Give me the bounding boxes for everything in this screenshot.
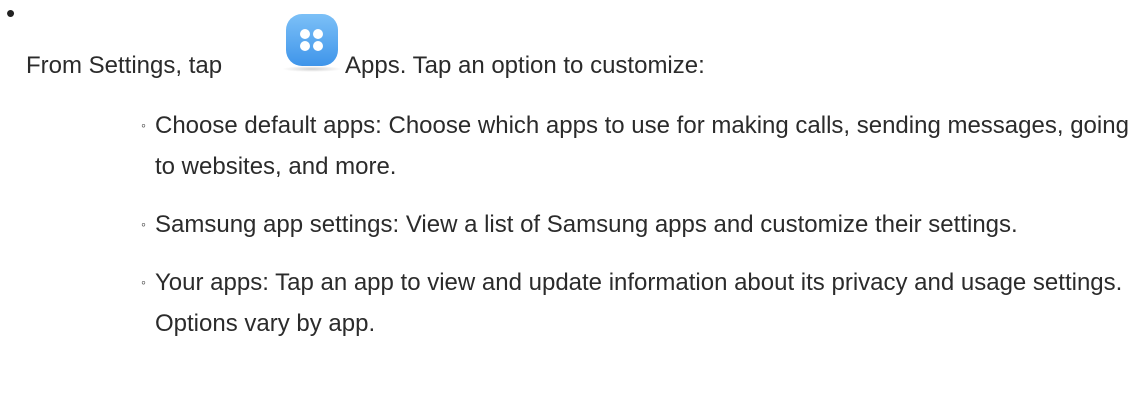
apps-icon-dot [300,29,310,39]
list-item-marker: ◦ [141,274,146,290]
list-item: ◦ Your apps: Tap an app to view and upda… [141,262,1135,344]
list-item: ◦ Samsung app settings: View a list of S… [141,204,1135,245]
intro-text-after-icon: Apps. Tap an option to customize: [345,52,705,79]
options-list: ◦ Choose default apps: Choose which apps… [141,105,1135,361]
apps-icon-dot [313,29,323,39]
list-item-marker: ◦ [141,117,146,133]
list-item-marker: ◦ [141,216,146,232]
list-bullet: • [6,0,16,28]
option-text: Samsung app settings: View a list of Sam… [155,211,1018,238]
apps-icon-dot [313,41,323,51]
apps-icon-dot [300,41,310,51]
option-text: Choose default apps: Choose which apps t… [155,112,1129,180]
option-text: Your apps: Tap an app to view and update… [155,269,1123,337]
list-item: ◦ Choose default apps: Choose which apps… [141,105,1135,187]
apps-icon-shadow [282,66,342,72]
intro-text-before-icon: From Settings, tap [26,52,223,79]
apps-icon [286,14,338,66]
